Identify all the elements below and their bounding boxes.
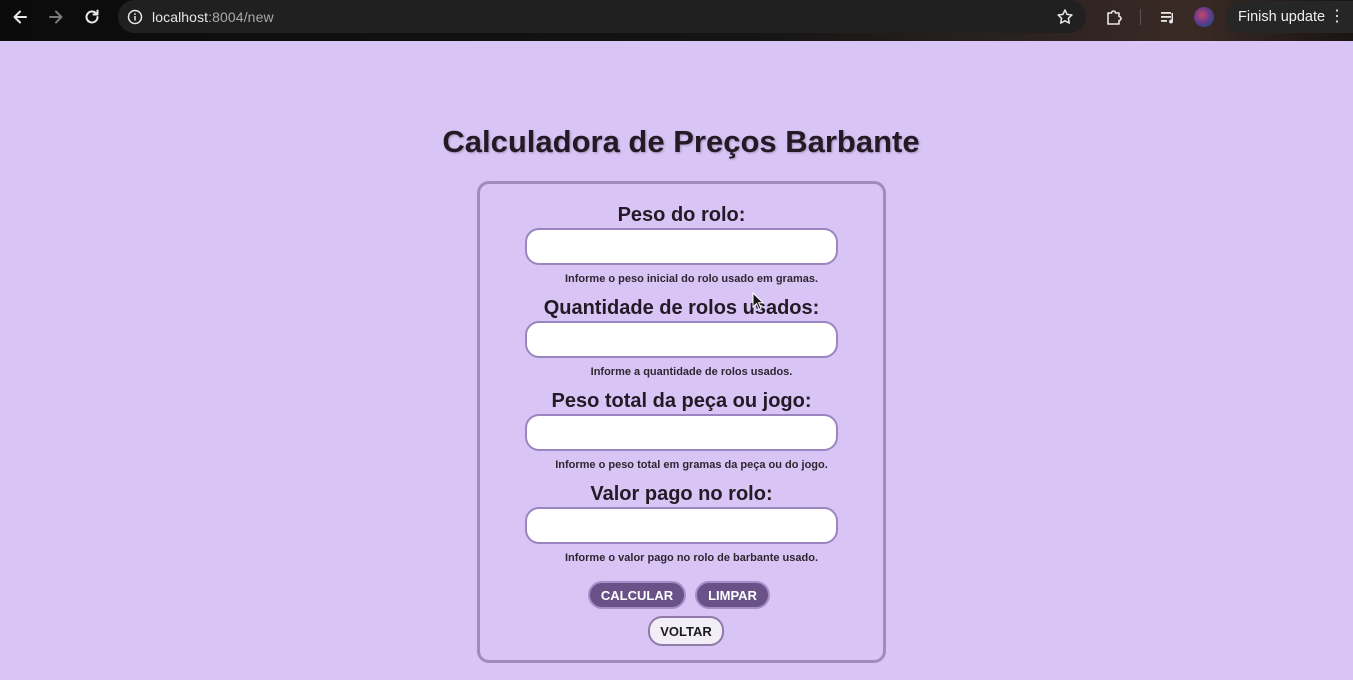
back-arrow-icon[interactable] bbox=[2, 0, 38, 33]
clear-button[interactable]: LIMPAR bbox=[695, 581, 770, 609]
piece-total-weight-hint: Informe o peso total em gramas da peça o… bbox=[555, 459, 828, 471]
address-bar[interactable]: localhost:8004/new bbox=[118, 0, 1086, 33]
roll-weight-input[interactable] bbox=[525, 228, 838, 265]
extensions-icon[interactable] bbox=[1102, 5, 1126, 29]
roll-weight-hint: Informe o peso inicial do rolo usado em … bbox=[564, 273, 819, 285]
calculator-form: Peso do rolo: Informe o peso inicial do … bbox=[477, 181, 886, 663]
calculate-button[interactable]: CALCULAR bbox=[588, 581, 686, 609]
url-text[interactable]: localhost:8004/new bbox=[152, 9, 274, 25]
page-title: Calculadora de Preços Barbante bbox=[442, 124, 920, 159]
media-control-icon[interactable] bbox=[1156, 5, 1180, 29]
browser-toolbar: localhost:8004/new Finish update ⋮ bbox=[0, 0, 1353, 41]
forward-arrow-icon[interactable] bbox=[38, 0, 74, 33]
piece-total-weight-label: Peso total da peça ou jogo: bbox=[551, 390, 812, 412]
bookmark-star-icon[interactable] bbox=[1056, 0, 1074, 33]
more-menu-icon[interactable]: ⋮ bbox=[1329, 8, 1345, 26]
url-host: localhost bbox=[152, 8, 209, 25]
site-info-icon[interactable] bbox=[118, 0, 152, 33]
mouse-cursor-icon bbox=[752, 292, 764, 310]
rolls-quantity-input[interactable] bbox=[525, 321, 838, 358]
piece-total-weight-input[interactable] bbox=[525, 414, 838, 451]
roll-price-hint: Informe o valor pago no rolo de barbante… bbox=[564, 552, 819, 564]
toolbar-divider bbox=[1140, 9, 1141, 25]
back-button[interactable]: VOLTAR bbox=[648, 616, 724, 646]
roll-price-label: Valor pago no rolo: bbox=[590, 483, 773, 505]
roll-weight-label: Peso do rolo: bbox=[617, 204, 746, 226]
reload-icon[interactable] bbox=[74, 0, 110, 33]
url-path: :8004/new bbox=[208, 8, 274, 25]
finish-update-label: Finish update bbox=[1238, 9, 1326, 25]
finish-update-button[interactable]: Finish update ⋮ bbox=[1226, 1, 1353, 33]
roll-price-input[interactable] bbox=[525, 507, 838, 544]
profile-avatar[interactable] bbox=[1194, 7, 1214, 27]
rolls-quantity-hint: Informe a quantidade de rolos usados. bbox=[590, 366, 793, 378]
rolls-quantity-label: Quantidade de rolos usados: bbox=[543, 297, 820, 319]
